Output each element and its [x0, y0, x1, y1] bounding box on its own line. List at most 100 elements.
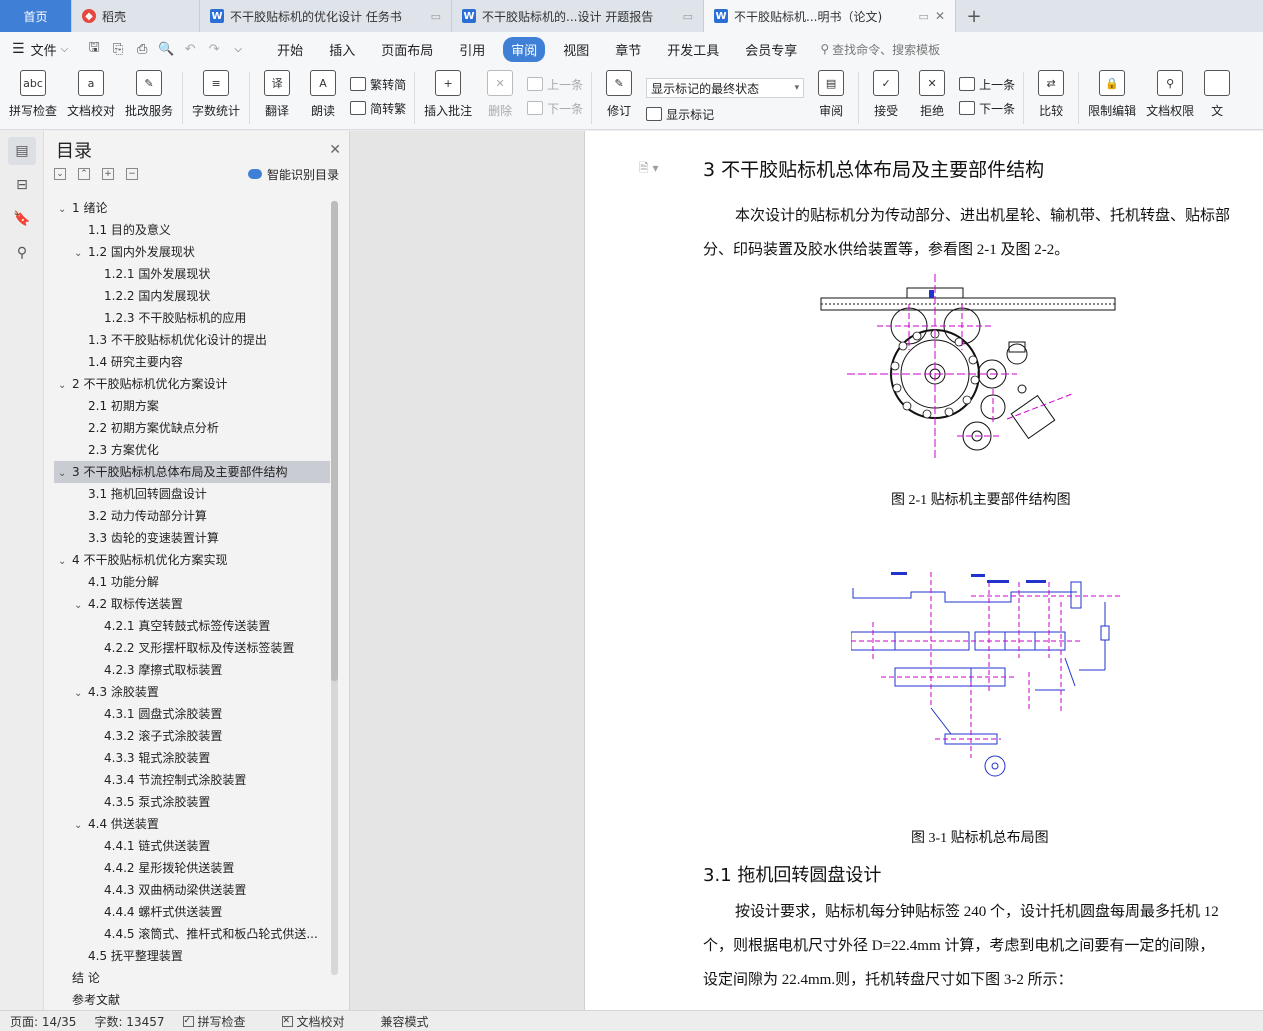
save-icon[interactable]: 🖫: [84, 40, 104, 58]
translate-button[interactable]: 译 翻译: [254, 66, 300, 119]
redo-icon[interactable]: ↷: [204, 40, 224, 58]
toc-item[interactable]: 4.4.2 星形拨轮供送装置: [54, 857, 330, 879]
document-page[interactable]: 🗎 ▾ 3 不干胶贴标机总体布局及主要部件结构 本次设计的贴标机分为传动部分、进…: [584, 131, 1263, 1010]
toc-item[interactable]: 3.2 动力传动部分计算: [54, 505, 330, 527]
paragraph-3-1-cont[interactable]: 个，则根据电机尺寸外径 D=22.4mm 计算，考虑到电机之间要有一定的间隙，: [703, 929, 1263, 963]
toc-item[interactable]: 结 论: [54, 967, 330, 989]
toc-item[interactable]: 4.2.3 摩擦式取标装置: [54, 659, 330, 681]
toc-item[interactable]: 参考文献: [54, 989, 330, 1005]
figure-2-1-drawing[interactable]: [817, 274, 1117, 459]
accept-button[interactable]: ✓ 接受: [863, 66, 909, 119]
toc-item[interactable]: ⌄ 1 绪论: [54, 197, 330, 219]
more-button[interactable]: 文: [1199, 66, 1235, 119]
toc-scroll-thumb[interactable]: [331, 201, 338, 681]
toc-item[interactable]: 1.3 不干胶贴标机优化设计的提出: [54, 329, 330, 351]
track-changes-button[interactable]: ✎ 修订: [596, 66, 642, 119]
paragraph-mark-icon[interactable]: 🗎 ▾: [639, 159, 659, 180]
add-heading-icon[interactable]: +: [102, 168, 114, 180]
toc-item[interactable]: 2.3 方案优化: [54, 439, 330, 461]
read-aloud-button[interactable]: A 朗读: [300, 66, 346, 119]
trad-to-simp-button[interactable]: 繁转简: [350, 72, 406, 96]
menu-home[interactable]: 开始: [269, 37, 311, 62]
toc-item[interactable]: 4.3.2 滚子式涂胶装置: [54, 725, 330, 747]
word-count-indicator[interactable]: 字数: 13457: [94, 1013, 164, 1030]
tab-home[interactable]: 首页: [0, 0, 72, 32]
bookmark-icon[interactable]: 🔖: [8, 205, 36, 233]
chevron-down-icon[interactable]: ⌄: [58, 375, 72, 395]
menu-reference[interactable]: 引用: [451, 37, 493, 62]
review-pane-button[interactable]: ▤ 审阅: [808, 66, 854, 119]
toc-item[interactable]: 3.3 齿轮的变速装置计算: [54, 527, 330, 549]
tab-doc-report[interactable]: W 不干胶贴标机的...设计 开题报告 ▭: [452, 0, 704, 32]
restrict-editing-button[interactable]: 🔒 限制编辑: [1083, 66, 1141, 119]
simp-to-trad-button[interactable]: 简转繁: [350, 96, 406, 120]
figure-3-1-caption[interactable]: 图 3-1 贴标机总布局图: [911, 827, 1049, 847]
pin-icon[interactable]: ▭: [683, 10, 693, 23]
chevron-down-icon[interactable]: ⌄: [74, 595, 88, 615]
collapse-all-icon[interactable]: ⌄: [54, 168, 66, 180]
menu-layout[interactable]: 页面布局: [373, 37, 441, 62]
toc-icon[interactable]: ▤: [8, 137, 36, 165]
toc-item[interactable]: ⌄ 4.3 涂胶装置: [54, 681, 330, 703]
chevron-down-icon[interactable]: ⌄: [58, 199, 72, 219]
toc-item[interactable]: 3.1 拖机回转圆盘设计: [54, 483, 330, 505]
toc-item[interactable]: 1.2.1 国外发展现状: [54, 263, 330, 285]
next-change-button[interactable]: 下一条: [959, 96, 1015, 120]
chevron-down-icon[interactable]: ⌄: [58, 551, 72, 571]
document-area[interactable]: 🗎 ▾ 3 不干胶贴标机总体布局及主要部件结构 本次设计的贴标机分为传动部分、进…: [350, 131, 1263, 1010]
toc-item[interactable]: 4.3.3 辊式涂胶装置: [54, 747, 330, 769]
menu-insert[interactable]: 插入: [321, 37, 363, 62]
toc-item[interactable]: ⌄ 4.2 取标传送装置: [54, 593, 330, 615]
close-icon[interactable]: ✕: [935, 9, 945, 23]
toc-scrollbar[interactable]: [331, 201, 338, 975]
undo-icon[interactable]: ↶: [180, 40, 200, 58]
chevron-down-icon[interactable]: ⌄: [74, 243, 88, 263]
menu-member[interactable]: 会员专享: [737, 37, 805, 62]
expand-all-icon[interactable]: ⌃: [78, 168, 90, 180]
correction-service-button[interactable]: ✎ 批改服务: [120, 66, 178, 119]
toc-item[interactable]: 4.3.5 泵式涂胶装置: [54, 791, 330, 813]
page-indicator[interactable]: 页面: 14/35: [10, 1013, 76, 1030]
chevron-down-icon[interactable]: ⌄: [58, 463, 72, 483]
toc-item[interactable]: ⌄ 4 不干胶贴标机优化方案实现: [54, 549, 330, 571]
figure-3-1-drawing[interactable]: [851, 562, 1141, 784]
print-preview-icon[interactable]: 🔍: [156, 40, 176, 58]
toc-item[interactable]: 4.1 功能分解: [54, 571, 330, 593]
delete-comment-button[interactable]: ✕ 删除: [477, 66, 523, 119]
spell-check-button[interactable]: abc 拼写检查: [4, 66, 62, 119]
print-icon[interactable]: ⎙: [132, 40, 152, 58]
tab-doc-task[interactable]: W 不干胶贴标机的优化设计 任务书 ▭: [200, 0, 452, 32]
paragraph-3-1[interactable]: 按设计要求，贴标机每分钟贴标签 240 个，设计托机圆盘每周最多托机 12: [703, 895, 1263, 929]
prev-comment-button[interactable]: 上一条: [527, 72, 583, 96]
paragraph-intro-cont[interactable]: 分、印码装置及胶水供给装置等，参看图 2-1 及图 2-2。: [703, 233, 1263, 267]
status-spell-check[interactable]: ✓ 拼写检查: [182, 1013, 264, 1030]
remove-heading-icon[interactable]: −: [126, 168, 138, 180]
pin-icon[interactable]: ▭: [431, 10, 441, 23]
customize-icon[interactable]: ⌵: [228, 40, 248, 58]
toc-item[interactable]: 4.3.1 圆盘式涂胶装置: [54, 703, 330, 725]
next-comment-button[interactable]: 下一条: [527, 96, 583, 120]
new-tab-button[interactable]: +: [956, 0, 992, 32]
command-search[interactable]: ⚲ 查找命令、搜索模板: [820, 41, 940, 58]
toc-item[interactable]: 2.2 初期方案优缺点分析: [54, 417, 330, 439]
export-icon[interactable]: ⎘: [108, 40, 128, 58]
toc-item[interactable]: 4.4.1 链式供送装置: [54, 835, 330, 857]
menu-review[interactable]: 审阅: [503, 36, 546, 62]
toc-item[interactable]: ⌄ 2 不干胶贴标机优化方案设计: [54, 373, 330, 395]
compare-button[interactable]: ⇄ 比较: [1028, 66, 1074, 119]
menu-chapter[interactable]: 章节: [607, 37, 649, 62]
toc-item[interactable]: ⌄ 3 不干胶贴标机总体布局及主要部件结构: [54, 461, 330, 483]
tab-daoke[interactable]: ◆ 稻壳: [72, 0, 200, 32]
menu-developer[interactable]: 开发工具: [659, 37, 727, 62]
doc-permission-button[interactable]: ⚲ 文档权限: [1141, 66, 1199, 119]
chevron-down-icon[interactable]: ⌄: [74, 815, 88, 835]
paragraph-3-1-cont2[interactable]: 设定间隙为 22.4mm.则，托机转盘尺寸如下图 3-2 所示：: [703, 963, 1263, 997]
toc-item[interactable]: 1.4 研究主要内容: [54, 351, 330, 373]
doc-proof-button[interactable]: a 文档校对: [62, 66, 120, 119]
chevron-down-icon[interactable]: ⌄: [74, 683, 88, 703]
file-menu[interactable]: ☰ 文件 ⌵: [12, 40, 68, 59]
toc-item[interactable]: 4.2.1 真空转鼓式标签传送装置: [54, 615, 330, 637]
insert-comment-button[interactable]: + 插入批注: [419, 66, 477, 119]
tab-doc-thesis[interactable]: W 不干胶贴标机...明书（论文) ▭ ✕: [704, 0, 956, 32]
toc-item[interactable]: 4.4.4 螺杆式供送装置: [54, 901, 330, 923]
